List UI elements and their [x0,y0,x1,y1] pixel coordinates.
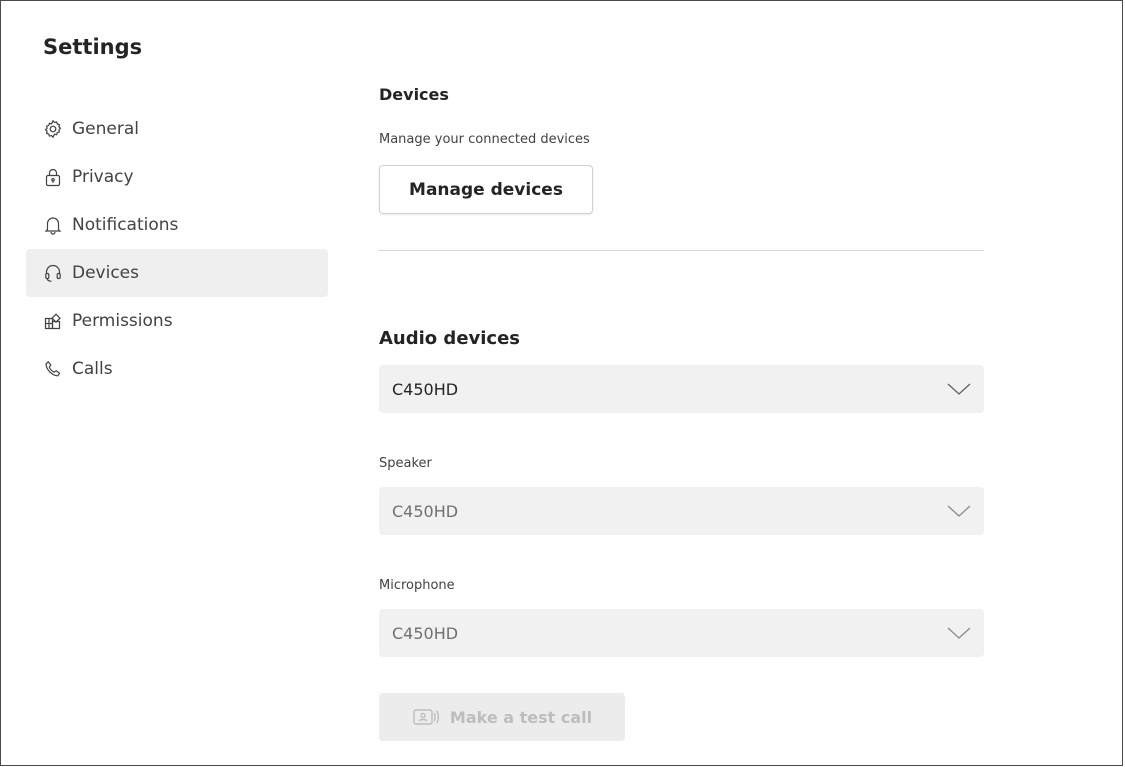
speaker-value: C450HD [392,501,459,521]
devices-section-title: Devices [379,85,449,104]
sidebar-item-privacy[interactable]: Privacy [26,153,328,201]
sidebar-item-label: Calls [72,359,113,379]
speaker-label: Speaker [379,456,432,471]
chevron-down-icon [946,381,972,397]
sidebar-item-label: Notifications [72,215,179,235]
sidebar-item-calls[interactable]: Calls [26,345,328,393]
sidebar-item-devices[interactable]: Devices [26,249,328,297]
chevron-down-icon [946,625,972,641]
bell-icon [43,215,63,235]
make-test-call-button[interactable]: Make a test call [379,693,625,741]
sidebar-item-label: Permissions [72,311,173,331]
devices-description: Manage your connected devices [379,132,590,147]
audio-devices-title: Audio devices [379,328,521,349]
manage-devices-button[interactable]: Manage devices [379,165,593,214]
chevron-down-icon [946,503,972,519]
settings-window: Settings General Privacy Notifications D… [0,0,1123,766]
sidebar-item-label: Devices [72,263,139,283]
headset-icon [43,263,63,283]
section-divider [379,250,984,251]
microphone-label: Microphone [379,578,455,593]
audio-device-select[interactable]: C450HD [379,365,984,413]
app-grid-icon [43,311,63,331]
settings-nav: General Privacy Notifications Devices Pe… [26,105,328,393]
sidebar-item-label: General [72,119,139,139]
gear-icon [43,119,63,139]
test-call-icon [412,707,440,727]
speaker-select[interactable]: C450HD [379,487,984,535]
audio-device-value: C450HD [392,379,459,399]
microphone-value: C450HD [392,623,459,643]
sidebar-item-notifications[interactable]: Notifications [26,201,328,249]
sidebar-item-general[interactable]: General [26,105,328,153]
lock-icon [43,167,63,187]
test-call-label: Make a test call [449,707,593,727]
sidebar-item-label: Privacy [72,167,134,187]
phone-icon [43,359,63,379]
page-title: Settings [43,35,143,59]
sidebar-item-permissions[interactable]: Permissions [26,297,328,345]
microphone-select[interactable]: C450HD [379,609,984,657]
